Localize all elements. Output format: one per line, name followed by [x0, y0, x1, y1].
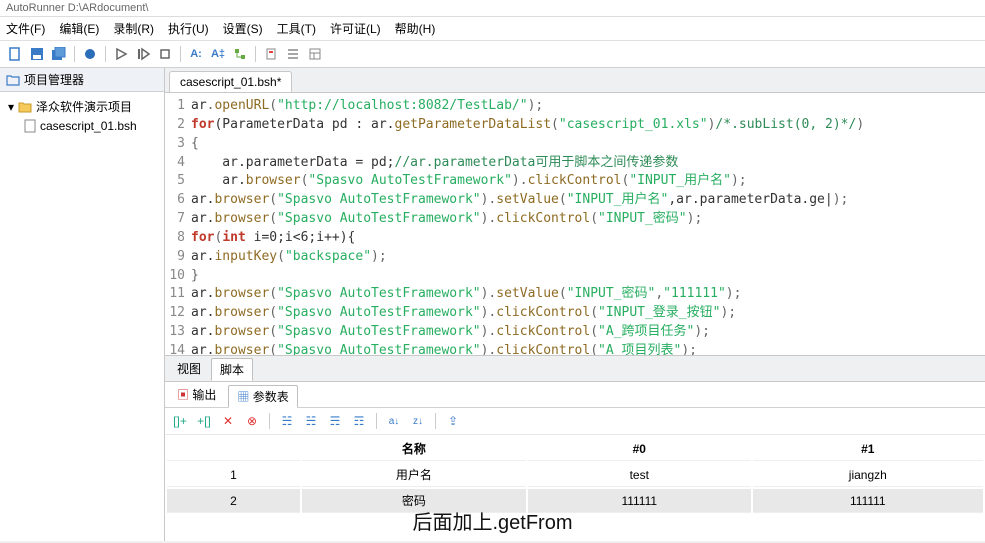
menu-edit[interactable]: 编辑(E) — [59, 20, 99, 37]
new-icon[interactable] — [6, 45, 24, 63]
menu-settings[interactable]: 设置(S) — [223, 20, 263, 37]
sort-za-icon[interactable]: z↓ — [409, 412, 427, 430]
tree-project[interactable]: ▾ 泽众软件演示项目 — [4, 96, 160, 117]
menu-license[interactable]: 许可证(L) — [330, 20, 381, 37]
save-all-icon[interactable] — [50, 45, 68, 63]
tree-file[interactable]: casescript_01.bsh — [4, 117, 160, 135]
filter4-icon[interactable]: ☶ — [350, 412, 368, 430]
param-table[interactable]: 名称#0#11用户名testjiangzh2密码111111111111 — [165, 435, 985, 515]
tab-params[interactable]: ▦ 参数表 — [228, 385, 297, 408]
tab-output-label: 输出 — [192, 388, 216, 402]
toolbar: A: A‡ — [0, 41, 985, 68]
tab-script[interactable]: 脚本 — [211, 358, 253, 381]
file-icon — [24, 119, 36, 133]
bookmark-icon[interactable] — [262, 45, 280, 63]
menu-tools[interactable]: 工具(T) — [277, 20, 316, 37]
tab-params-label: 参数表 — [253, 390, 289, 404]
save-icon[interactable] — [28, 45, 46, 63]
add-row-icon[interactable]: []+ — [171, 412, 189, 430]
tab-output[interactable]: ▣ 输出 — [169, 384, 224, 407]
stop-icon[interactable] — [156, 45, 174, 63]
menu-file[interactable]: 文件(F) — [6, 20, 45, 37]
list-icon[interactable] — [284, 45, 302, 63]
output-panel: ▣ 输出 ▦ 参数表 []+ +[] ✕ ⊗ ☵ ☵ ☴ ☶ a↓ — [165, 381, 985, 541]
project-manager-title: 项目管理器 — [0, 68, 164, 92]
text-a2-icon[interactable]: A‡ — [209, 45, 227, 63]
folder-icon — [18, 101, 32, 113]
code-editor[interactable]: 1ar.openURL("http://localhost:8082/TestL… — [165, 93, 985, 355]
window-title: AutoRunner D:\ARdocument\ — [0, 0, 985, 17]
export-icon[interactable]: ⇪ — [444, 412, 462, 430]
output-icon: ▣ — [177, 388, 189, 402]
project-manager-label: 项目管理器 — [24, 71, 84, 88]
sort-az-icon[interactable]: a↓ — [385, 412, 403, 430]
menu-run[interactable]: 执行(U) — [168, 20, 209, 37]
tab-casescript[interactable]: casescript_01.bsh* — [169, 71, 292, 92]
layout-icon[interactable] — [306, 45, 324, 63]
editor-tabs: casescript_01.bsh* — [165, 68, 985, 93]
menu-help[interactable]: 帮助(H) — [395, 20, 436, 37]
output-toolbar: []+ +[] ✕ ⊗ ☵ ☵ ☴ ☶ a↓ z↓ ⇪ — [165, 408, 985, 435]
filter1-icon[interactable]: ☵ — [278, 412, 296, 430]
text-a-icon[interactable]: A: — [187, 45, 205, 63]
subtitle-caption: 后面加上.getFrom — [412, 506, 572, 535]
collapse-icon[interactable]: ▾ — [8, 100, 14, 114]
tab-view[interactable]: 视图 — [169, 358, 209, 381]
filter2-icon[interactable]: ☵ — [302, 412, 320, 430]
clear-icon[interactable]: ⊗ — [243, 412, 261, 430]
delete-icon[interactable]: ✕ — [219, 412, 237, 430]
output-tabs: ▣ 输出 ▦ 参数表 — [165, 382, 985, 408]
play-from-icon[interactable] — [134, 45, 152, 63]
play-icon[interactable] — [112, 45, 130, 63]
tree-icon[interactable] — [231, 45, 249, 63]
folder-icon — [6, 74, 20, 86]
menubar: 文件(F) 编辑(E) 录制(R) 执行(U) 设置(S) 工具(T) 许可证(… — [0, 17, 985, 41]
sidebar: 项目管理器 ▾ 泽众软件演示项目 casescript_01.bsh — [0, 68, 165, 541]
table-icon: ▦ — [237, 390, 249, 404]
content-area: casescript_01.bsh* 1ar.openURL("http://l… — [165, 68, 985, 541]
project-tree: ▾ 泽众软件演示项目 casescript_01.bsh — [0, 92, 164, 139]
menu-record[interactable]: 录制(R) — [113, 20, 154, 37]
add-col-icon[interactable]: +[] — [195, 412, 213, 430]
file-label: casescript_01.bsh — [40, 119, 137, 133]
record-icon[interactable] — [81, 45, 99, 63]
project-label: 泽众软件演示项目 — [36, 98, 132, 115]
editor-bottom-tabs: 视图 脚本 — [165, 355, 985, 381]
filter3-icon[interactable]: ☴ — [326, 412, 344, 430]
